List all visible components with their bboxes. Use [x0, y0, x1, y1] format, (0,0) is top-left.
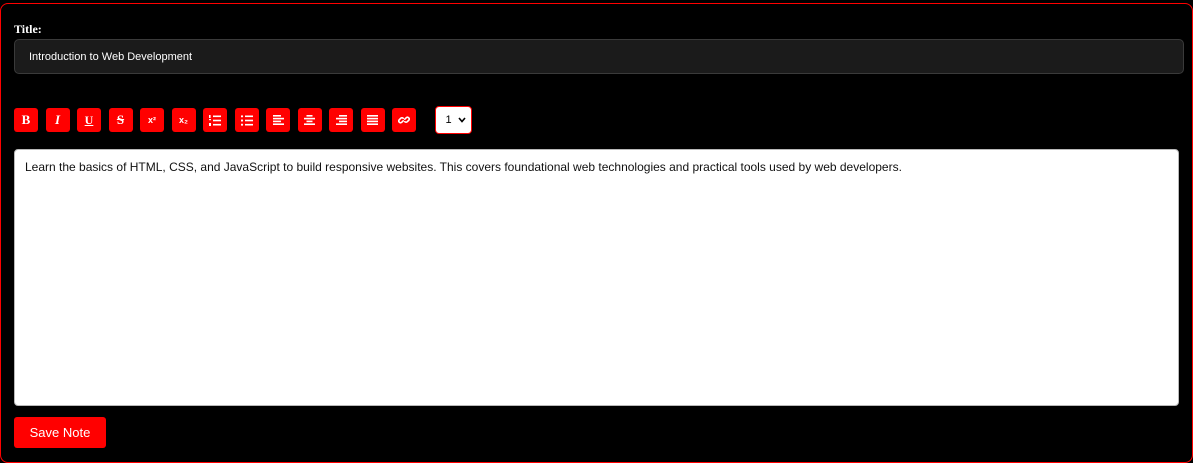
align-center-button[interactable] [297, 108, 322, 132]
underline-icon: U [84, 112, 94, 127]
link-icon [398, 116, 410, 124]
ordered-list-button[interactable] [203, 108, 227, 132]
subscript-button[interactable]: x₂ [171, 108, 196, 132]
align-justify-icon [367, 115, 378, 125]
ordered-list-icon [209, 114, 221, 126]
strikethrough-icon: S [116, 112, 125, 127]
formatting-toolbar: B I U S x² x₂ 1 [14, 106, 472, 134]
save-note-button[interactable]: Save Note [14, 417, 106, 448]
unordered-list-button[interactable] [234, 108, 259, 132]
align-right-button[interactable] [329, 108, 353, 132]
strikethrough-button[interactable]: S [108, 108, 133, 132]
align-center-icon [304, 115, 315, 125]
chevron-down-icon [458, 117, 466, 123]
superscript-button[interactable]: x² [140, 108, 164, 132]
insert-link-button[interactable] [392, 108, 416, 132]
align-left-icon [272, 115, 284, 125]
align-justify-button[interactable] [360, 108, 385, 132]
superscript-icon: x² [147, 115, 156, 125]
title-input[interactable] [14, 39, 1184, 74]
italic-icon: I [54, 112, 61, 127]
align-right-icon [335, 115, 347, 125]
align-left-button[interactable] [266, 108, 290, 132]
italic-button[interactable]: I [45, 108, 70, 132]
title-label: Title: [14, 22, 42, 36]
bold-button[interactable]: B [14, 108, 38, 132]
bold-icon: B [21, 112, 31, 127]
note-content-editor[interactable]: Learn the basics of HTML, CSS, and JavaS… [14, 149, 1179, 406]
underline-button[interactable]: U [77, 108, 101, 132]
note-content-text: Learn the basics of HTML, CSS, and JavaS… [25, 160, 902, 174]
unordered-list-icon [240, 114, 253, 126]
font-size-value: 1 [445, 114, 452, 126]
font-size-select[interactable]: 1 [434, 106, 472, 134]
subscript-icon: x₂ [178, 115, 188, 125]
